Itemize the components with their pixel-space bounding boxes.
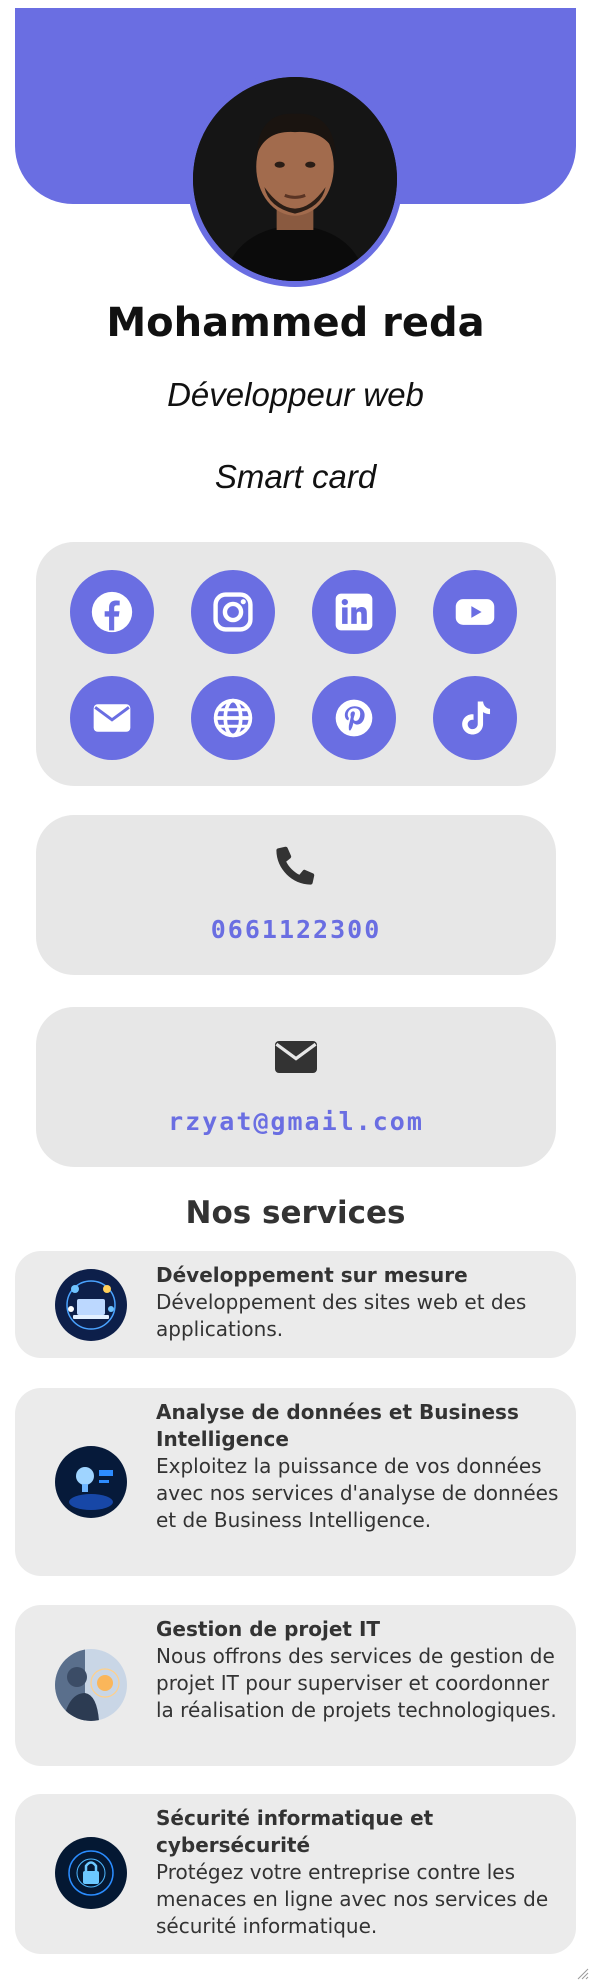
youtube-icon [455, 599, 495, 625]
service-title: Gestion de projet IT [156, 1617, 381, 1641]
service-image-bi [55, 1446, 127, 1518]
service-card: Développement sur mesure Développement d… [15, 1251, 576, 1358]
resize-handle-icon[interactable] [575, 1966, 589, 1980]
profile-title: Développeur web [167, 376, 424, 413]
profile-photo [193, 77, 397, 281]
service-description: Nous offrons des services de gestion de … [156, 1644, 557, 1722]
social-links-panel [36, 542, 556, 786]
tiktok-icon [462, 701, 491, 735]
services-heading: Nos services [185, 1195, 406, 1231]
facebook-button[interactable] [70, 570, 154, 654]
service-title: Développement sur mesure [156, 1263, 468, 1287]
service-title: Sécurité informatique et cybersécurité [156, 1806, 434, 1857]
instagram-icon [213, 592, 253, 632]
email-card[interactable]: rzyat@gmail.com [36, 1007, 556, 1167]
service-image-security [55, 1837, 127, 1909]
service-card: Gestion de projet IT Nous offrons des se… [15, 1605, 576, 1766]
phone-number[interactable]: 0661122300 [36, 915, 556, 944]
instagram-button[interactable] [191, 570, 275, 654]
email-link-button[interactable] [70, 676, 154, 760]
envelope-icon [275, 1041, 317, 1073]
tiktok-button[interactable] [433, 676, 517, 760]
service-card: Sécurité informatique et cybersécurité P… [15, 1794, 576, 1954]
service-image-it-pm [55, 1649, 127, 1721]
website-button[interactable] [191, 676, 275, 760]
linkedin-icon [335, 593, 373, 631]
service-image-custom-dev [55, 1269, 127, 1341]
service-description: Exploitez la puissance de vos données av… [156, 1454, 559, 1532]
profile-name: Mohammed reda [106, 300, 485, 346]
service-title: Analyse de données et Business Intellige… [156, 1400, 519, 1451]
globe-icon [213, 698, 253, 738]
pinterest-button[interactable] [312, 676, 396, 760]
phone-icon [276, 846, 315, 885]
service-description: Protégez votre entreprise contre les men… [156, 1860, 549, 1938]
envelope-icon [93, 704, 131, 732]
facebook-icon [91, 591, 133, 633]
pinterest-icon [335, 699, 373, 737]
service-description: Développement des sites web et des appli… [156, 1290, 527, 1341]
service-card: Analyse de données et Business Intellige… [15, 1388, 576, 1576]
linkedin-button[interactable] [312, 570, 396, 654]
phone-card[interactable]: 0661122300 [36, 815, 556, 975]
card-label: Smart card [214, 458, 377, 495]
youtube-button[interactable] [433, 570, 517, 654]
avatar [187, 71, 403, 287]
email-address[interactable]: rzyat@gmail.com [36, 1107, 556, 1136]
